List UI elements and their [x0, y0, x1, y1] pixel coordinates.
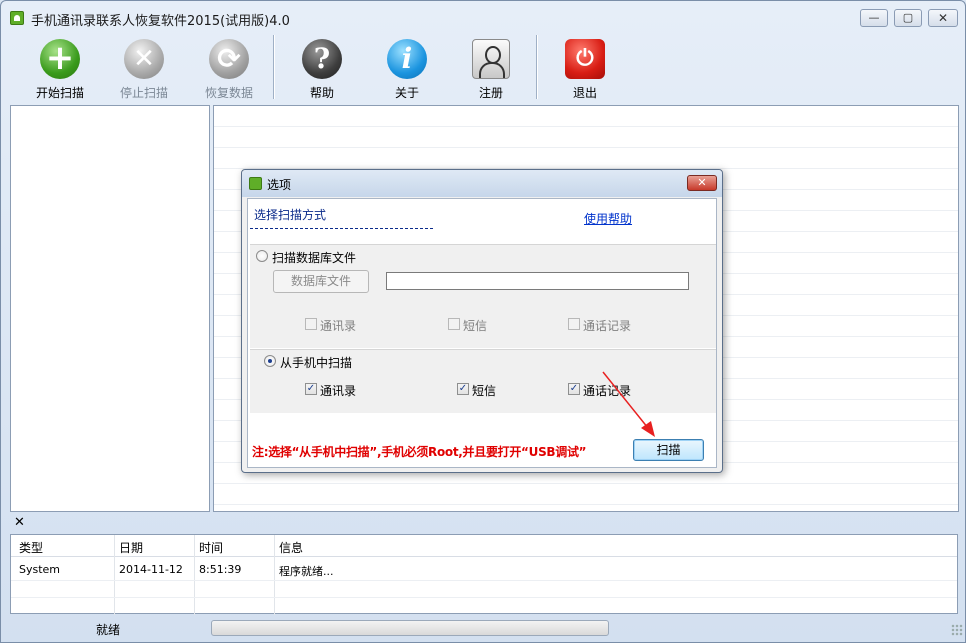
log-close-icon[interactable]: ✕	[14, 515, 25, 530]
log-column-info[interactable]: 信息	[279, 539, 303, 556]
phone-contacts-label: 通讯录	[320, 384, 357, 398]
maximize-button[interactable]: ▢	[894, 9, 922, 27]
title-bar: 手机通讯录联系人恢复软件2015(试用版)4.0 — ▢ ✕	[1, 1, 965, 31]
register-button[interactable]: 注册	[456, 33, 526, 103]
log-header: 类型 日期 时间 信息	[11, 535, 957, 557]
status-text: 就绪	[96, 623, 121, 637]
db-sms-checkbox[interactable]	[448, 318, 460, 330]
help-icon: ?	[302, 39, 342, 79]
phone-calllog-label: 通话记录	[583, 384, 632, 398]
user-icon	[472, 39, 510, 79]
root-usb-note: 注:选择“从手机中扫描”,手机必须Root,并且要打开“USB调试”	[252, 445, 587, 459]
phone-sms-label: 短信	[472, 384, 497, 398]
db-contacts-label: 通讯录	[320, 319, 357, 333]
log-column-date[interactable]: 日期	[119, 539, 143, 556]
db-scan-radio[interactable]	[256, 250, 268, 262]
stop-icon: ✕	[124, 39, 164, 79]
dialog-close-button[interactable]: ✕	[687, 175, 717, 191]
exit-label: 退出	[572, 86, 597, 100]
power-icon: ⏻	[565, 39, 605, 79]
phone-sms-checkbox[interactable]: ✓	[457, 383, 469, 395]
log-cell-time: 8:51:39	[199, 563, 242, 576]
db-sms-label: 短信	[463, 319, 488, 333]
status-bar: 就绪	[1, 616, 965, 642]
toolbar-separator	[273, 35, 275, 99]
db-calllog-checkbox[interactable]	[568, 318, 580, 330]
phone-contacts-checkbox[interactable]: ✓	[305, 383, 317, 395]
refresh-icon: ⟳	[209, 39, 249, 79]
help-label: 帮助	[309, 86, 334, 100]
stop-scan-label: 停止扫描	[119, 86, 168, 100]
database-path-input[interactable]	[386, 272, 689, 290]
stop-scan-button[interactable]: ✕ 停止扫描	[109, 33, 179, 103]
minimize-button[interactable]: —	[860, 9, 888, 27]
progress-bar	[211, 620, 609, 636]
toolbar-separator	[536, 35, 538, 99]
android-app-icon	[10, 11, 24, 25]
close-window-button[interactable]: ✕	[928, 9, 958, 27]
db-scan-label[interactable]: 扫描数据库文件	[272, 249, 356, 266]
log-panel: 类型 日期 时间 信息 System 2014-11-12 8:51:39 程序…	[10, 534, 958, 615]
dialog-title: 选项	[267, 178, 292, 192]
db-calllog-label: 通话记录	[583, 319, 632, 333]
phone-scan-group: 从手机中扫描 ✓ 通讯录 ✓ 短信 ✓ 通话记录	[250, 349, 716, 413]
log-column-type[interactable]: 类型	[19, 539, 43, 556]
db-contacts-checkbox[interactable]	[305, 318, 317, 330]
usage-help-link[interactable]: 使用帮助	[584, 210, 632, 227]
log-cell-type: System	[19, 563, 61, 576]
restore-data-button[interactable]: ⟳ 恢复数据	[194, 33, 264, 103]
about-label: 关于	[394, 86, 419, 100]
scan-button[interactable]: 扫描	[633, 439, 704, 461]
restore-data-label: 恢复数据	[204, 86, 253, 100]
scan-mode-heading: 选择扫描方式	[254, 208, 327, 222]
android-app-icon	[249, 177, 262, 190]
start-scan-label: 开始扫描	[35, 86, 84, 100]
exit-button[interactable]: ⏻ 退出	[550, 33, 620, 103]
window-title: 手机通讯录联系人恢复软件2015(试用版)4.0	[31, 14, 290, 29]
log-column-time[interactable]: 时间	[199, 539, 223, 556]
dialog-body: 选择扫描方式 使用帮助 扫描数据库文件 数据库文件 通讯录 短信 通话记录 从手…	[247, 198, 717, 468]
options-dialog: 选项 ✕ 选择扫描方式 使用帮助 扫描数据库文件 数据库文件 通讯录 短信 通话…	[241, 169, 723, 473]
toolbar: + 开始扫描 ✕ 停止扫描 ⟳ 恢复数据 ? 帮助 i 关于 注册 ⏻ 退出	[9, 33, 959, 103]
tree-panel[interactable]	[10, 105, 210, 512]
db-scan-group: 扫描数据库文件 数据库文件 通讯录 短信 通话记录	[250, 244, 716, 348]
info-icon: i	[387, 39, 427, 79]
phone-scan-label[interactable]: 从手机中扫描	[280, 354, 352, 371]
phone-scan-radio[interactable]	[264, 355, 276, 367]
start-scan-button[interactable]: + 开始扫描	[25, 33, 95, 103]
heading-underline	[250, 228, 433, 229]
register-label: 注册	[478, 86, 503, 100]
database-file-button[interactable]: 数据库文件	[273, 270, 369, 293]
log-row[interactable]: System 2014-11-12 8:51:39 程序就绪...	[11, 558, 957, 580]
help-button[interactable]: ? 帮助	[287, 33, 357, 103]
dialog-title-bar: 选项 ✕	[242, 170, 722, 197]
log-cell-date: 2014-11-12	[119, 563, 183, 576]
log-cell-info: 程序就绪...	[279, 565, 334, 578]
add-icon: +	[40, 39, 80, 79]
phone-calllog-checkbox[interactable]: ✓	[568, 383, 580, 395]
about-button[interactable]: i 关于	[372, 33, 442, 103]
resize-grip-icon[interactable]	[951, 624, 963, 636]
